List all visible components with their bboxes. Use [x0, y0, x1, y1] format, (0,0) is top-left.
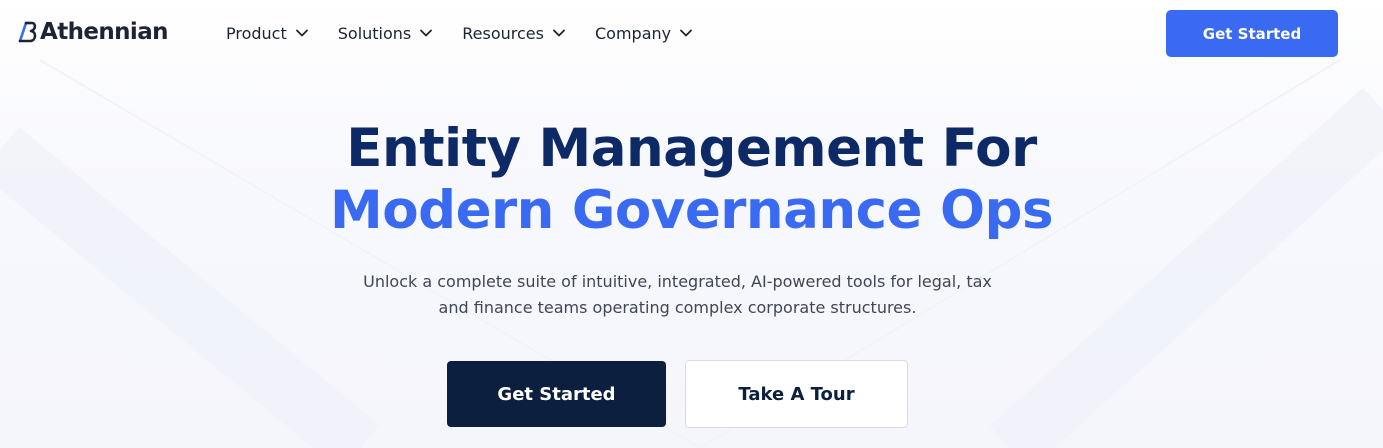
menu-item-label: Solutions [337, 23, 412, 43]
menu-item-product[interactable]: Product [226, 22, 308, 44]
chevron-down-icon [295, 29, 308, 37]
top-navigation: Athennian Product Solutions Resources Co… [0, 0, 1383, 68]
menu-item-label: Company [594, 23, 672, 43]
hero-subtitle-line2: and finance teams operating complex corp… [438, 298, 917, 317]
menu-item-label: Product [226, 23, 287, 43]
chevron-down-icon [553, 29, 565, 37]
main-menu: Product Solutions Resources Company [226, 22, 722, 44]
chevron-down-icon [680, 29, 693, 37]
athennian-logo-icon [18, 21, 37, 43]
hero-get-started-button[interactable]: Get Started [447, 361, 666, 427]
menu-item-label: Resources [462, 23, 544, 43]
take-a-tour-button[interactable]: Take A Tour [685, 360, 908, 428]
hero-subtitle: Unlock a complete suite of intuitive, in… [341, 269, 1014, 321]
menu-item-company[interactable]: Company [594, 22, 693, 44]
hero-title-line2: Modern Governance Ops [330, 180, 1054, 241]
hero-title: Entity Management For Modern Governance … [0, 118, 1383, 242]
brand-logo[interactable]: Athennian [17, 17, 169, 47]
menu-item-resources[interactable]: Resources [462, 22, 565, 44]
menu-item-solutions[interactable]: Solutions [338, 22, 433, 44]
hero-subtitle-line1: Unlock a complete suite of intuitive, in… [363, 272, 992, 291]
nav-get-started-button[interactable]: Get Started [1166, 10, 1338, 57]
brand-name: Athennian [40, 19, 169, 45]
chevron-down-icon [420, 29, 433, 37]
hero-title-line1: Entity Management For [346, 118, 1037, 179]
